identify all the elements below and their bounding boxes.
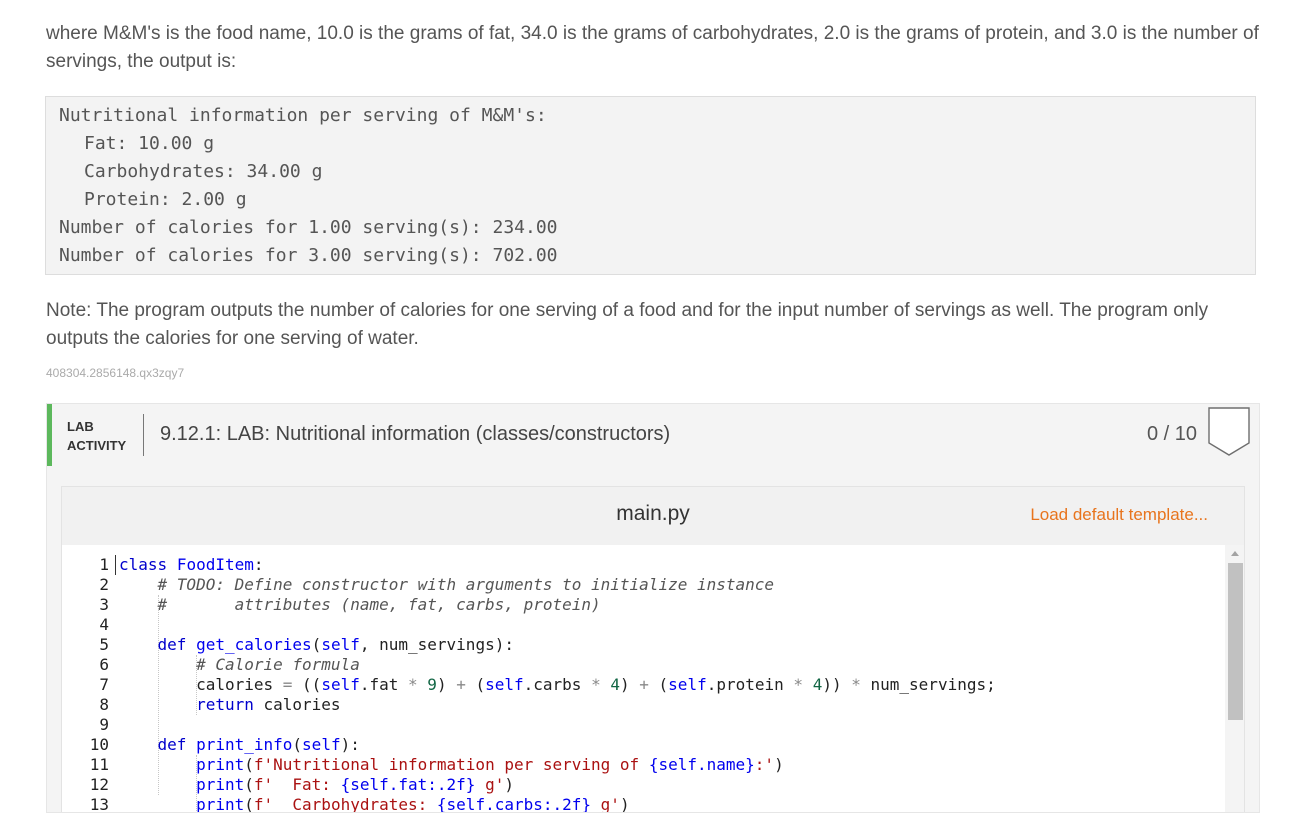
code-line[interactable]: calories = ((self.fat * 9) + (self.carbs… <box>119 675 996 695</box>
note-paragraph: Note: The program outputs the number of … <box>46 300 1209 349</box>
code-line[interactable]: def print_info(self): <box>119 735 996 755</box>
code-lines[interactable]: class FoodItem: # TODO: Define construct… <box>119 555 996 812</box>
code-line[interactable]: return calories <box>119 695 996 715</box>
line-number: 13 <box>89 795 109 813</box>
code-line[interactable]: print(f' Carbohydrates: {self.carbs:.2f}… <box>119 795 996 812</box>
code-line[interactable]: # TODO: Define constructor with argument… <box>119 575 996 595</box>
line-number: 7 <box>99 675 109 694</box>
code-line[interactable]: # attributes (name, fat, carbs, protein) <box>119 595 996 615</box>
code-line[interactable] <box>119 715 996 735</box>
output-line: Nutritional information per serving of M… <box>59 105 547 126</box>
code-editor[interactable]: 1 2 3 4 5 6 7 8 9 10 11 12 13 class Food… <box>62 545 1225 813</box>
scroll-up-arrow-icon[interactable] <box>1231 551 1239 556</box>
lab-score: 0 / 10 <box>1147 423 1198 445</box>
line-number: 10 <box>89 735 109 754</box>
code-line[interactable]: print(f' Fat: {self.fat:.2f} g') <box>119 775 996 795</box>
line-number-gutter: 1 2 3 4 5 6 7 8 9 10 11 12 13 <box>62 555 109 813</box>
lab-divider <box>143 414 144 456</box>
lab-activity-tag: LAB ACTIVITY <box>67 417 126 455</box>
lab-tag-line: LAB <box>67 419 94 434</box>
completion-badge-icon <box>1208 407 1250 456</box>
output-line: Fat: 10.00 g <box>84 133 215 154</box>
line-number: 5 <box>99 635 109 654</box>
scrollbar-thumb[interactable] <box>1228 563 1243 720</box>
output-line: Carbohydrates: 34.00 g <box>84 161 323 182</box>
editor-header: main.py Load default template... <box>62 487 1244 545</box>
line-number: 8 <box>99 695 109 714</box>
cursor-caret <box>115 555 116 575</box>
output-line: Number of calories for 3.00 serving(s): … <box>59 245 558 266</box>
load-default-template-button[interactable]: Load default template... <box>1030 505 1208 525</box>
code-line[interactable]: # Calorie formula <box>119 655 996 675</box>
lab-tag-line: ACTIVITY <box>67 438 127 453</box>
line-number: 6 <box>99 655 109 674</box>
line-number: 3 <box>99 595 109 614</box>
editor-scrollbar[interactable] <box>1225 545 1244 812</box>
lab-accent-bar <box>47 404 52 466</box>
line-number: 9 <box>99 715 109 734</box>
lab-title: 9.12.1: LAB: Nutritional information (cl… <box>160 423 671 445</box>
output-line: Number of calories for 1.00 serving(s): … <box>59 217 558 238</box>
sample-output-box: Nutritional information per serving of M… <box>45 96 1256 275</box>
line-number: 2 <box>99 575 109 594</box>
line-number: 12 <box>89 775 109 794</box>
line-number: 4 <box>99 615 109 634</box>
code-line[interactable]: def get_calories(self, num_servings): <box>119 635 996 655</box>
lab-activity: LAB ACTIVITY 9.12.1: LAB: Nutritional in… <box>46 403 1260 813</box>
intro-paragraph: where M&M's is the food name, 10.0 is th… <box>46 23 1259 72</box>
content-identifier: 408304.2856148.qx3zqy7 <box>46 366 185 380</box>
output-line: Protein: 2.00 g <box>84 189 247 210</box>
line-number: 1 <box>99 555 109 574</box>
editor-panel: main.py Load default template... 1 2 3 4… <box>61 486 1245 813</box>
code-line[interactable]: print(f'Nutritional information per serv… <box>119 755 996 775</box>
code-line[interactable] <box>119 615 996 635</box>
line-number: 11 <box>89 755 109 774</box>
code-line[interactable]: class FoodItem: <box>119 555 996 575</box>
